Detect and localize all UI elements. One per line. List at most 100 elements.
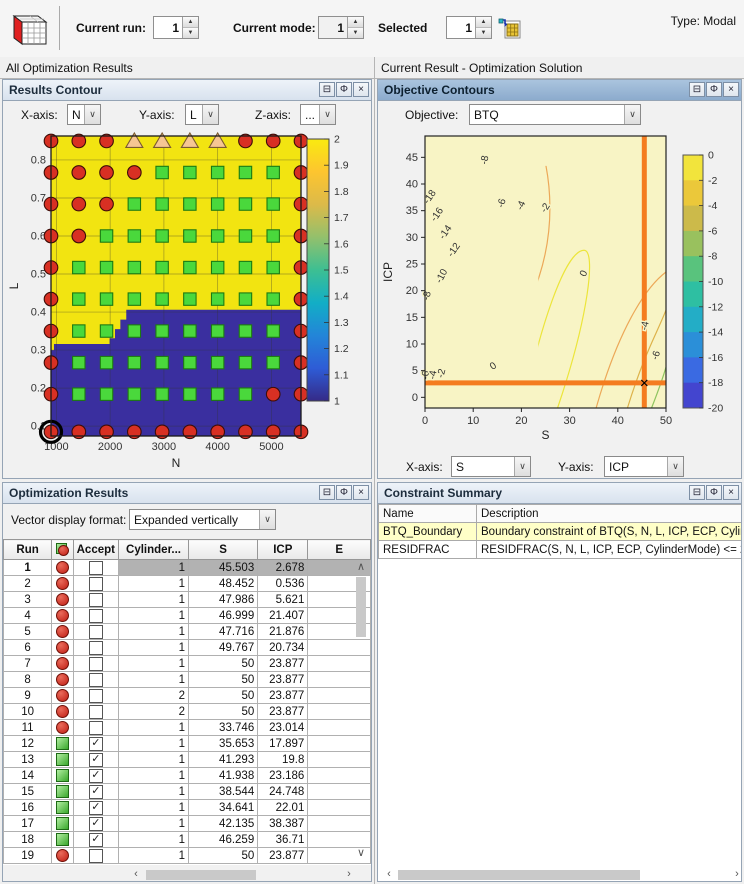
success-marker[interactable] <box>155 387 169 401</box>
run-cell[interactable]: 17 <box>3 815 53 832</box>
accept-checkbox[interactable] <box>88 560 103 575</box>
run-cell[interactable]: 18 <box>3 831 53 848</box>
success-marker[interactable] <box>210 197 225 211</box>
run-cell[interactable]: 13 <box>3 751 53 768</box>
selected-up-button[interactable]: ▲ <box>476 17 491 28</box>
icp-cell[interactable]: 23.877 <box>257 703 309 720</box>
scroll-right-arrow[interactable]: › <box>730 868 744 881</box>
column-header[interactable]: Accept <box>72 539 119 560</box>
chevron-down-icon[interactable]: ∨ <box>667 457 683 476</box>
column-header[interactable]: ICP <box>257 539 309 560</box>
icp-cell[interactable]: 5.621 <box>257 591 309 608</box>
success-marker[interactable] <box>238 165 253 180</box>
accept-checkbox[interactable] <box>88 608 103 623</box>
success-marker[interactable] <box>183 165 197 180</box>
cylinder-cell[interactable]: 1 <box>117 735 190 752</box>
results-table-container[interactable]: Run Accept Cylinder... S ICP E 1 1 45.503 2.678 2… <box>3 539 371 865</box>
column-header[interactable]: Run <box>3 539 53 560</box>
ecp-cell[interactable] <box>307 703 371 720</box>
results-table[interactable]: Run Accept Cylinder... S ICP E 1 1 45.503 2.678 2… <box>3 539 371 864</box>
close-button[interactable]: × <box>723 485 739 500</box>
column-header[interactable]: Cylinder... <box>117 539 190 560</box>
close-button[interactable]: × <box>353 82 369 97</box>
table-row[interactable]: 13 ✓ 1 41.293 19.8 <box>3 751 371 768</box>
column-header[interactable] <box>51 539 74 560</box>
cylinder-cell[interactable]: 1 <box>117 767 190 784</box>
success-marker[interactable] <box>238 197 253 211</box>
ecp-cell[interactable] <box>307 751 371 768</box>
table-row[interactable]: 11 1 33.746 23.014 <box>3 719 371 736</box>
horizontal-scrollbar-thumb[interactable] <box>146 870 256 880</box>
constraint-row[interactable]: RESIDFRAC RESIDFRAC(S, N, L, ICP, ECP, Cy… <box>378 540 741 559</box>
ecp-cell[interactable] <box>307 671 371 688</box>
success-marker[interactable] <box>183 292 197 306</box>
contour-y-axis-select[interactable]: ICP ∨ <box>604 456 684 477</box>
accept-checkbox[interactable]: ✓ <box>88 816 103 831</box>
success-marker[interactable] <box>238 292 253 306</box>
icp-cell[interactable]: 24.748 <box>257 783 309 800</box>
cylinder-cell[interactable]: 1 <box>117 847 190 864</box>
current-run-down-button[interactable]: ▼ <box>183 28 198 38</box>
success-marker[interactable] <box>183 260 197 275</box>
success-marker[interactable] <box>99 292 114 306</box>
success-marker[interactable] <box>183 387 197 401</box>
dock-button[interactable]: ⊟ <box>689 485 705 500</box>
constraints-table[interactable]: Name Description BTQ_Boundary Boundary con… <box>378 504 741 559</box>
cylinder-cell[interactable]: 1 <box>117 751 190 768</box>
icp-cell[interactable]: 38.387 <box>257 815 309 832</box>
ecp-cell[interactable] <box>307 831 371 848</box>
accept-checkbox[interactable] <box>88 624 103 639</box>
accept-checkbox[interactable] <box>88 672 103 687</box>
vertical-scrollbar-thumb[interactable] <box>356 577 366 637</box>
run-cell[interactable]: 4 <box>3 607 53 624</box>
success-marker[interactable] <box>238 260 253 275</box>
chevron-down-icon[interactable]: ∨ <box>84 105 100 124</box>
icp-cell[interactable]: 22.01 <box>257 799 309 816</box>
cylinder-cell[interactable]: 2 <box>117 703 190 720</box>
undock-button[interactable]: Φ <box>706 82 722 97</box>
cylinder-cell[interactable]: 1 <box>117 783 190 800</box>
table-row[interactable]: 2 1 48.452 0.536 <box>3 575 371 592</box>
s-cell[interactable]: 50 <box>188 703 259 720</box>
cylinder-cell[interactable]: 1 <box>117 655 190 672</box>
ecp-cell[interactable] <box>307 687 371 704</box>
column-header[interactable]: S <box>188 539 259 560</box>
icp-cell[interactable]: 23.877 <box>257 671 309 688</box>
success-marker[interactable] <box>183 355 197 370</box>
success-marker[interactable] <box>183 197 197 211</box>
success-marker[interactable] <box>99 229 114 243</box>
run-cell[interactable]: 1 <box>3 559 53 576</box>
cylinder-cell[interactable]: 1 <box>117 607 190 624</box>
optimization-cube-icon[interactable] <box>8 6 52 50</box>
table-row[interactable]: 12 ✓ 1 35.653 17.897 <box>3 735 371 752</box>
success-marker[interactable] <box>266 197 280 211</box>
success-marker[interactable] <box>266 292 280 306</box>
success-marker[interactable] <box>99 260 114 275</box>
cylinder-cell[interactable]: 1 <box>117 799 190 816</box>
icp-cell[interactable]: 23.877 <box>257 687 309 704</box>
table-row[interactable]: 7 1 50 23.877 <box>3 655 371 672</box>
selected-spinner[interactable]: 1 ▲ ▼ <box>446 16 492 39</box>
success-marker[interactable] <box>72 387 86 401</box>
constraints-table-container[interactable]: Name Description BTQ_Boundary Boundary con… <box>378 504 741 881</box>
run-cell[interactable]: 3 <box>3 591 53 608</box>
infeasible-marker[interactable] <box>126 165 142 180</box>
table-row[interactable]: 3 1 47.986 5.621 <box>3 591 371 608</box>
vector-display-format-select[interactable]: Expanded vertically ∨ <box>129 509 276 530</box>
run-cell[interactable]: 6 <box>3 639 53 656</box>
s-cell[interactable]: 38.544 <box>188 783 259 800</box>
accept-checkbox[interactable] <box>88 640 103 655</box>
scroll-left-arrow[interactable]: ‹ <box>129 868 143 881</box>
success-marker[interactable] <box>266 165 280 180</box>
s-cell[interactable]: 50 <box>188 671 259 688</box>
contour-x-axis-select[interactable]: S ∨ <box>451 456 531 477</box>
accept-checkbox[interactable] <box>88 688 103 703</box>
success-marker[interactable] <box>99 355 114 370</box>
selected-down-button[interactable]: ▼ <box>476 28 491 38</box>
z-axis-select[interactable]: ... ∨ <box>300 104 336 125</box>
icp-cell[interactable]: 21.876 <box>257 623 309 640</box>
run-cell[interactable]: 12 <box>3 735 53 752</box>
close-button[interactable]: × <box>353 485 369 500</box>
cylinder-cell[interactable]: 1 <box>117 831 190 848</box>
cylinder-cell[interactable]: 2 <box>117 687 190 704</box>
